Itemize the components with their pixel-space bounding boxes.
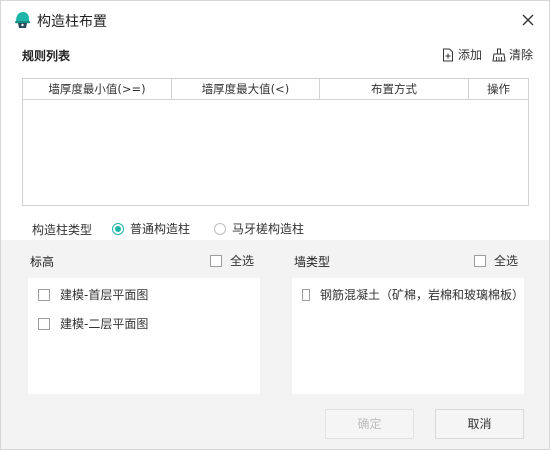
checkbox-icon [302, 288, 310, 301]
radio-toothed-label: 马牙槎构造柱 [232, 222, 305, 236]
clear-label: 清除 [509, 48, 534, 62]
column-header-actions[interactable]: 操作 [469, 79, 528, 99]
list-item-label: 钢筋混凝土（矿棉，岩棉和玻璃棉板） [319, 288, 524, 302]
radio-checked-icon [112, 222, 124, 235]
add-file-icon [443, 48, 453, 61]
elevation-select-all-checkbox[interactable]: 全选 [210, 252, 254, 269]
title-bar: 构造柱布置 [1, 1, 549, 39]
app-logo-icon [12, 10, 32, 30]
list-item-label: 建模-首层平面图 [60, 288, 149, 302]
select-all-label: 全选 [494, 254, 519, 268]
checkbox-icon [38, 288, 50, 301]
radio-normal-label: 普通构造柱 [130, 222, 191, 236]
rules-list-title: 规则列表 [22, 49, 71, 63]
checkbox-icon [38, 317, 50, 330]
rules-table: 墙厚度最小值(>=) 墙厚度最大值(<) 布置方式 操作 [22, 78, 529, 206]
wall-type-select-all-checkbox[interactable]: 全选 [474, 252, 518, 269]
list-item-label: 建模-二层平面图 [60, 317, 149, 331]
checkbox-icon [474, 254, 486, 267]
close-icon[interactable] [517, 9, 539, 31]
list-item[interactable]: 钢筋混凝土（矿棉，岩棉和玻璃棉板） [292, 280, 524, 309]
radio-normal-column[interactable]: 普通构造柱 [112, 220, 190, 237]
window-title: 构造柱布置 [37, 14, 107, 30]
add-label: 添加 [458, 48, 483, 62]
add-rule-button[interactable]: 添加 [441, 46, 482, 63]
column-header-layout-mode[interactable]: 布置方式 [320, 79, 469, 99]
elevation-list: 建模-首层平面图 建模-二层平面图 [28, 278, 260, 394]
wall-type-title: 墙类型 [294, 255, 331, 269]
elevation-title: 标高 [30, 255, 55, 269]
cancel-button[interactable]: 取消 [435, 409, 524, 439]
radio-toothed-column[interactable]: 马牙槎构造柱 [214, 220, 304, 237]
confirm-button[interactable]: 确定 [325, 409, 414, 439]
checkbox-icon [210, 254, 222, 267]
clear-rules-button[interactable]: 清除 [492, 46, 533, 63]
radio-unchecked-icon [214, 222, 226, 235]
column-type-row: 构造柱类型 普通构造柱 马牙槎构造柱 [1, 217, 549, 241]
wall-type-list: 钢筋混凝土（矿棉，岩棉和玻璃棉板） [292, 278, 524, 394]
column-header-max-thickness[interactable]: 墙厚度最大值(<) [172, 79, 320, 99]
rules-panel: 规则列表 添加 清除 墙厚度最小值(>=) 墙厚度最大值(<) 布置方式 操作 [1, 39, 549, 240]
table-header: 墙厚度最小值(>=) 墙厚度最大值(<) 布置方式 操作 [23, 79, 528, 100]
dialog-window: 构造柱布置 规则列表 添加 清除 墙厚度最小值(>=) 墙厚度最大值(<) 布置… [0, 0, 550, 450]
broom-icon [492, 48, 506, 61]
list-item[interactable]: 建模-二层平面图 [28, 309, 260, 338]
select-all-label: 全选 [230, 254, 255, 268]
column-header-min-thickness[interactable]: 墙厚度最小值(>=) [23, 79, 172, 99]
column-type-label: 构造柱类型 [32, 223, 93, 237]
list-item[interactable]: 建模-首层平面图 [28, 280, 260, 309]
